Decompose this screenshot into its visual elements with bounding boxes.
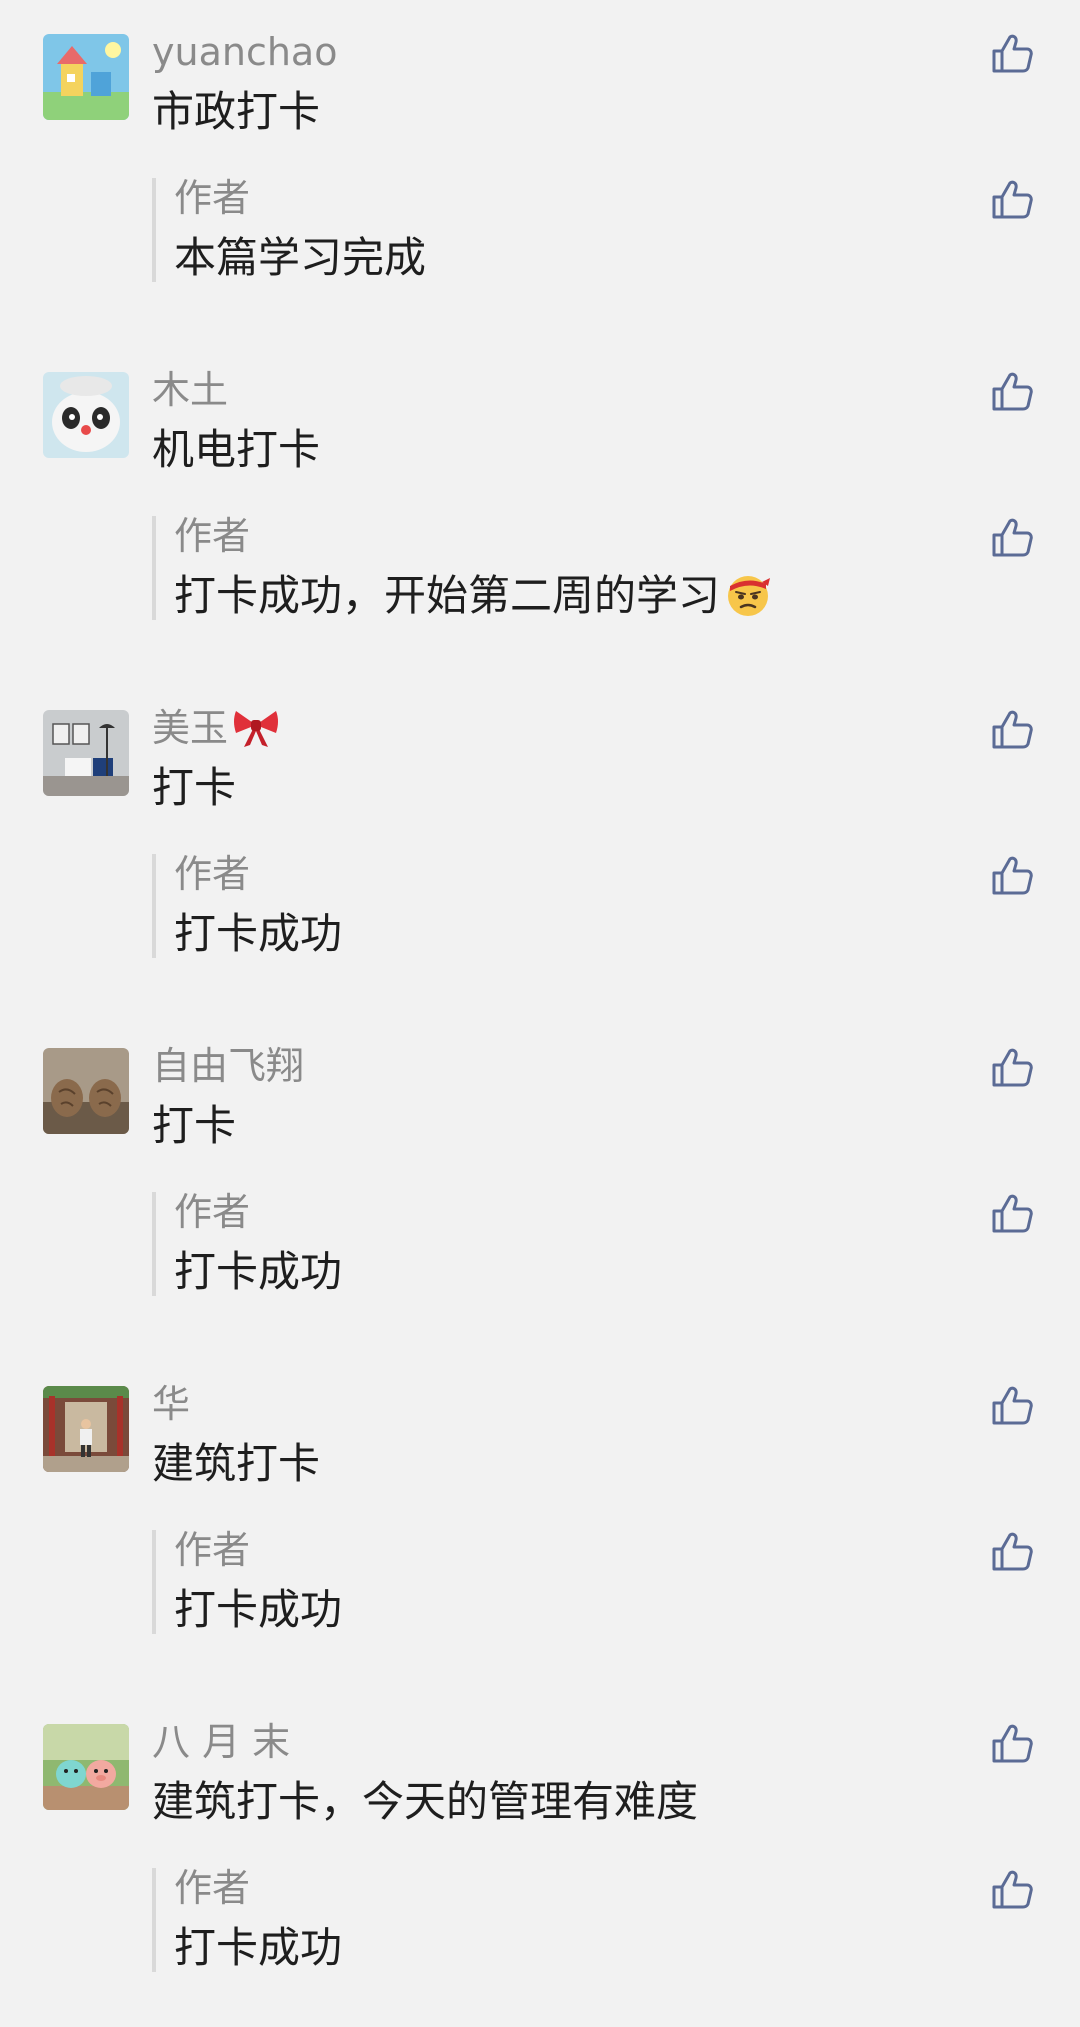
children-drawing-avatar[interactable]	[43, 34, 129, 120]
reply-text: 打卡成功，开始第二周的学习	[174, 566, 772, 634]
thumbs-up-icon[interactable]	[988, 1866, 1036, 1914]
thumbs-up-icon[interactable]	[988, 1190, 1036, 1238]
thumbs-up-icon[interactable]	[988, 30, 1036, 78]
reply-divider	[152, 516, 156, 620]
comment-text: 打卡	[152, 763, 237, 812]
reply-text: 打卡成功	[174, 1585, 343, 1634]
reply-text: 打卡成功	[174, 1247, 343, 1296]
reply-divider	[152, 1192, 156, 1296]
frustrated-face-emoji	[724, 570, 772, 634]
nickname[interactable]: 木土	[152, 362, 228, 418]
interior-room-avatar[interactable]	[43, 710, 129, 796]
walnuts-avatar[interactable]	[43, 1048, 129, 1134]
toy-figures-avatar[interactable]	[43, 1724, 129, 1810]
reply-divider	[152, 1530, 156, 1634]
reply-author-label: 作者	[174, 514, 251, 558]
thumbs-up-icon[interactable]	[988, 706, 1036, 754]
thumbs-up-icon[interactable]	[988, 852, 1036, 900]
reply-author-label: 作者	[174, 176, 251, 220]
reply-divider	[152, 854, 156, 958]
thumbs-up-icon[interactable]	[988, 1044, 1036, 1092]
nickname[interactable]: 华	[152, 1376, 190, 1432]
comment-text: 建筑打卡	[152, 1439, 321, 1488]
comment-text: 市政打卡	[152, 87, 321, 136]
nickname[interactable]: 自由飞翔	[152, 1038, 304, 1094]
nickname[interactable]: yuanchao	[152, 24, 337, 80]
nickname[interactable]: 美玉	[152, 700, 280, 764]
reply-divider	[152, 1868, 156, 1972]
reply-text: 打卡成功	[174, 909, 343, 958]
comment-text: 机电打卡	[152, 425, 321, 474]
reply-author-label: 作者	[174, 1866, 251, 1910]
comment-text: 建筑打卡，今天的管理有难度	[152, 1777, 699, 1826]
thumbs-up-icon[interactable]	[988, 176, 1036, 224]
reply-author-label: 作者	[174, 1190, 251, 1234]
corridor-person-avatar[interactable]	[43, 1386, 129, 1472]
reply-author-label: 作者	[174, 852, 251, 896]
reply-divider	[152, 178, 156, 282]
thumbs-up-icon[interactable]	[988, 368, 1036, 416]
thumbs-up-icon[interactable]	[988, 1720, 1036, 1768]
nickname[interactable]: 八 月 末	[152, 1714, 290, 1770]
nickname-text: 美玉	[152, 706, 229, 750]
panda-avatar[interactable]	[43, 372, 129, 458]
thumbs-up-icon[interactable]	[988, 1528, 1036, 1576]
thumbs-up-icon[interactable]	[988, 1382, 1036, 1430]
thumbs-up-icon[interactable]	[988, 514, 1036, 562]
reply-text: 打卡成功	[174, 1923, 343, 1972]
comment-text: 打卡	[152, 1101, 237, 1150]
red-bow-emoji	[232, 705, 280, 764]
reply-text-content: 打卡成功，开始第二周的学习	[174, 571, 721, 620]
reply-text: 本篇学习完成	[174, 233, 427, 282]
reply-author-label: 作者	[174, 1528, 251, 1572]
